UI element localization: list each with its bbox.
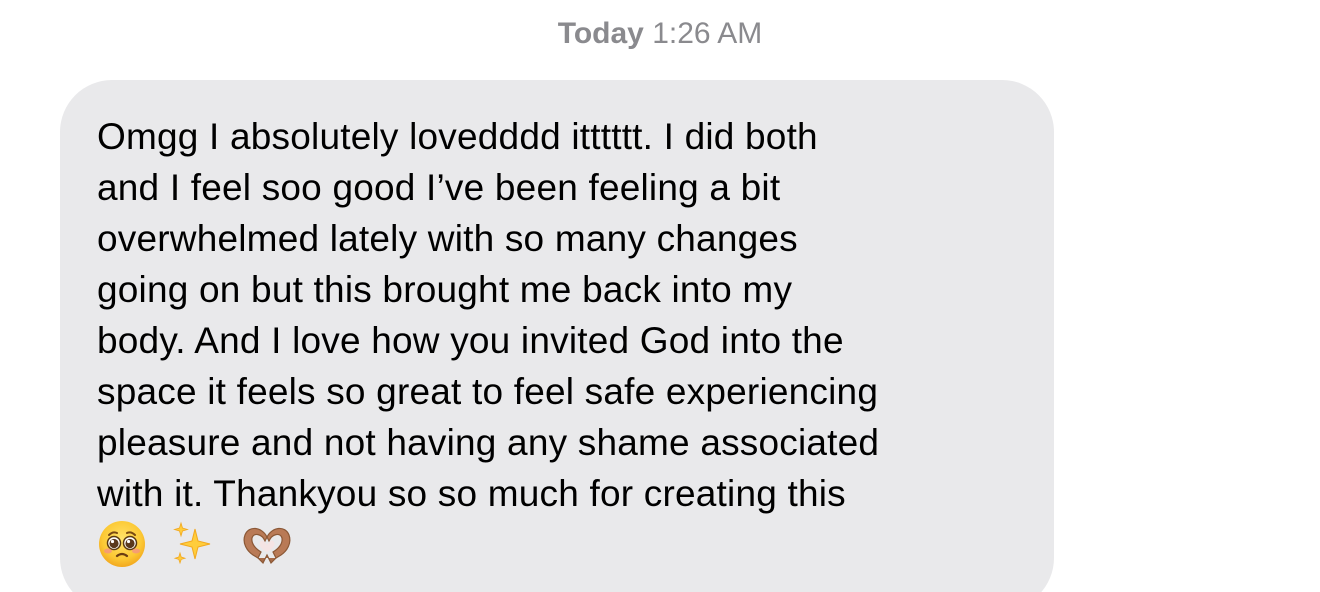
- message-text-line: and I feel soo good I’ve been feeling a …: [97, 167, 781, 208]
- timestamp-day: Today: [557, 17, 644, 50]
- message-timestamp: Today 1:26 AM: [0, 14, 1320, 54]
- timestamp-time: 1:26 AM: [652, 17, 763, 50]
- message-text-line: with it. Thankyou so so much for creatin…: [97, 473, 846, 514]
- sparkles-icon: [169, 519, 219, 574]
- message-text-line: space it feels so great to feel safe exp…: [97, 371, 879, 412]
- incoming-message-bubble[interactable]: Omgg I absolutely lovedddd itttttt. I di…: [60, 80, 1054, 592]
- heart-hands-icon: [241, 519, 293, 574]
- message-text-line: going on but this brought me back into m…: [97, 269, 793, 310]
- message-text-line: overwhelmed lately with so many changes: [97, 218, 798, 259]
- message-emoji-row: [97, 518, 1018, 574]
- message-text-line: pleasure and not having any shame associ…: [97, 422, 880, 463]
- messages-screen: Today 1:26 AM Omgg I absolutely lovedddd…: [0, 0, 1320, 592]
- message-text-line: body. And I love how you invited God int…: [97, 320, 844, 361]
- pleading-face-icon: [97, 519, 147, 574]
- message-text-line: Omgg I absolutely lovedddd itttttt. I di…: [97, 116, 818, 157]
